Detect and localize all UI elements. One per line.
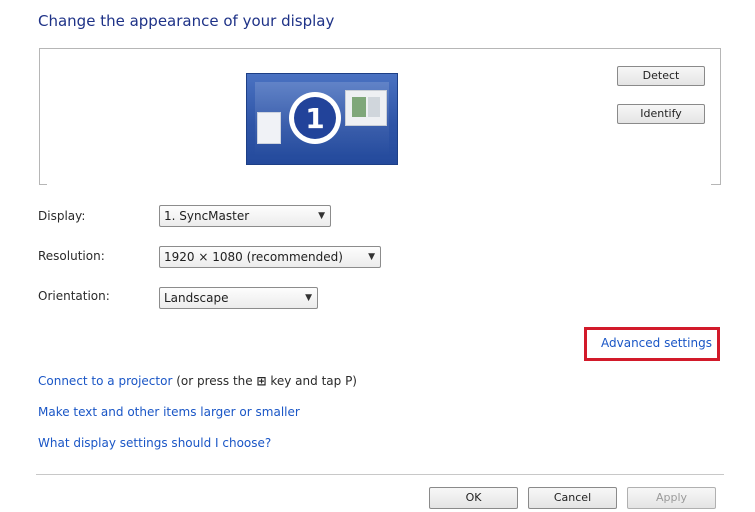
chevron-down-icon: ▼: [305, 293, 312, 303]
projector-line: Connect to a projector (or press the ⊞ k…: [38, 374, 357, 388]
text-size-link[interactable]: Make text and other items larger or smal…: [38, 405, 300, 419]
ok-button[interactable]: OK: [429, 487, 518, 509]
resolution-select[interactable]: 1920 × 1080 (recommended) ▼: [159, 246, 381, 268]
chevron-down-icon: ▼: [318, 211, 325, 221]
windows-key-icon: ⊞: [256, 374, 267, 388]
apply-button[interactable]: Apply: [627, 487, 716, 509]
display-settings-help-link[interactable]: What display settings should I choose?: [38, 436, 271, 450]
detect-button[interactable]: Detect: [617, 66, 705, 86]
chevron-down-icon: ▼: [368, 252, 375, 262]
display-label: Display:: [38, 209, 86, 223]
orientation-label: Orientation:: [38, 289, 110, 303]
orientation-select-value: Landscape: [164, 291, 229, 305]
resolution-select-value: 1920 × 1080 (recommended): [164, 250, 343, 264]
cancel-button[interactable]: Cancel: [528, 487, 617, 509]
projector-hint-text: (or press the: [172, 374, 257, 388]
display-select[interactable]: 1. SyncMaster ▼: [159, 205, 331, 227]
display-select-value: 1. SyncMaster: [164, 209, 250, 223]
page-heading: Change the appearance of your display: [38, 12, 335, 30]
window-thumbnail-icon: [257, 112, 281, 144]
projector-hint-text-end: key and tap P): [266, 374, 357, 388]
monitor-1-icon[interactable]: 1: [246, 73, 398, 165]
connect-projector-link[interactable]: Connect to a projector: [38, 374, 172, 388]
window-thumbnail-icon: [345, 90, 387, 126]
resolution-label: Resolution:: [38, 249, 105, 263]
identify-button[interactable]: Identify: [617, 104, 705, 124]
monitor-number-badge: 1: [289, 92, 341, 144]
divider: [36, 474, 724, 475]
orientation-select[interactable]: Landscape ▼: [159, 287, 318, 309]
monitor-number: 1: [294, 97, 336, 139]
advanced-settings-link[interactable]: Advanced settings: [601, 336, 712, 350]
